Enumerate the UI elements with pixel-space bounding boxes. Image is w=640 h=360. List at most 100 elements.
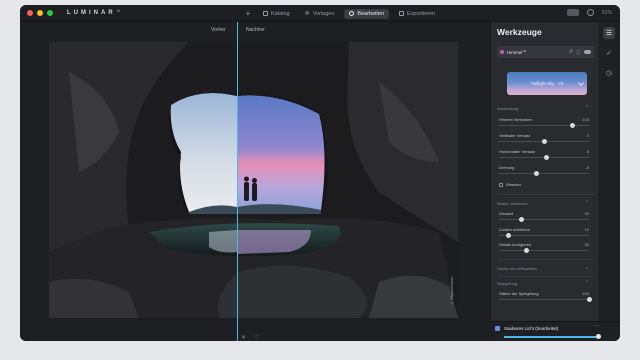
more-icon[interactable]: ··· [594, 323, 600, 329]
slider-vertikaler-versatz[interactable]: Vertikaler Versatz 0 [499, 133, 589, 145]
tool-name: Himmel [507, 49, 523, 55]
app-logo-text: LUMINAR [67, 10, 116, 16]
slider-track[interactable] [499, 172, 589, 174]
slider-value: 105 [582, 117, 589, 122]
minimize-window-button[interactable] [37, 10, 43, 16]
export-icon [399, 11, 405, 16]
right-rail: ☰ ✓ ◷ [598, 22, 620, 341]
tab-label: Bearbeiten [357, 10, 385, 17]
photo-preview[interactable]: © Skylum/Lizenz [49, 42, 458, 318]
preset-name: Sauberes Licht (bearbeitet) [504, 326, 559, 331]
slider-track[interactable] [499, 124, 589, 126]
slider-value: 10 [584, 227, 589, 232]
slider-label: Gesamt [499, 211, 514, 216]
app-window: LUMINAR AI + Katalog ✲ Vorlagen Bearbeit… [20, 5, 620, 341]
slider-knob[interactable] [544, 154, 550, 160]
templates-icon: ✲ [304, 11, 310, 17]
slider-track[interactable] [499, 234, 589, 236]
sky-tool-icon [500, 50, 504, 54]
undo-icon[interactable]: ↺ [569, 49, 573, 56]
slider-knob[interactable] [570, 122, 576, 128]
catalog-icon [263, 11, 268, 16]
slider-value: 6 [586, 149, 589, 154]
titlebar: LUMINAR AI + Katalog ✲ Vorlagen Bearbeit… [20, 5, 620, 22]
chevron-down-icon: ⌄ [585, 265, 590, 271]
slider-value: 30 [584, 242, 589, 247]
app-version: AI [116, 8, 120, 13]
compare-toggle-button[interactable] [566, 9, 579, 16]
slider-track[interactable] [499, 218, 589, 220]
tool-badge: AI [523, 48, 527, 53]
preset-amount-track[interactable] [504, 336, 598, 338]
slider-luecken-schliessen[interactable]: Lücken schließen 10 [499, 227, 589, 239]
add-photos-button[interactable]: + [243, 9, 253, 18]
checkbox-label: Wenden [506, 182, 521, 187]
tab-label: Katalog [271, 10, 290, 17]
canvas-bottom-icons: ✕ ♡ [241, 334, 259, 341]
preset-bar[interactable]: Sauberes Licht (bearbeitet) ··· [490, 321, 620, 341]
sky-selection-dropdown[interactable]: Twilight Sky - 24 [507, 72, 587, 95]
tab-label: Exportieren [407, 10, 436, 17]
section-label: Spiegelung [497, 281, 518, 286]
section-ausrichtung[interactable]: Ausrichtung ⌃ [497, 105, 589, 111]
section-szene[interactable]: Szene neu beleuchten ⌄ [497, 265, 589, 271]
slider-knob[interactable] [586, 296, 592, 302]
slider-gesamt[interactable]: Gesamt 25 [499, 211, 589, 223]
slider-value: 100 [582, 291, 589, 296]
slider-knob[interactable] [541, 138, 547, 144]
section-spiegelung[interactable]: Spiegelung ⌃ [497, 280, 589, 286]
preset-amount-knob[interactable] [596, 334, 601, 339]
tab-bearbeiten[interactable]: Bearbeiten [344, 8, 390, 19]
divider [497, 276, 594, 277]
slider-value: -5 [585, 165, 589, 170]
photo-credit: © Skylum/Lizenz [450, 277, 454, 305]
slider-details-korrigieren[interactable]: Details korrigieren 30 [499, 242, 589, 254]
zoom-level[interactable]: 61% [602, 10, 612, 16]
checkbox-box[interactable] [499, 182, 503, 187]
tab-exportieren[interactable]: Exportieren [394, 9, 440, 19]
slider-knob[interactable] [505, 232, 511, 238]
sky-selection-label: Twilight Sky - 24 [530, 81, 564, 86]
chevron-up-icon: ⌃ [585, 200, 590, 206]
tool-header-himmel[interactable]: Himmel AI ↺ ⓘ [497, 46, 594, 58]
slider-label: Himmel Verbinden [499, 117, 532, 122]
history-icon[interactable]: ◷ [603, 67, 615, 79]
info-icon[interactable] [586, 9, 594, 16]
after-label: Nachher [246, 27, 265, 33]
flip-checkbox[interactable]: Wenden [499, 182, 521, 187]
divider [497, 194, 594, 195]
sliders-icon[interactable]: ☰ [603, 27, 615, 39]
close-icon[interactable]: ✕ [241, 334, 246, 341]
close-window-button[interactable] [27, 10, 33, 16]
slider-label: Details korrigieren [499, 242, 532, 247]
toolbar-right: 61% [566, 9, 612, 16]
section-maske[interactable]: Maske verfeinern ⌃ [497, 200, 589, 206]
tools-panel: Werkzeuge Himmel AI ↺ ⓘ Twilight Sky - 2… [490, 22, 598, 341]
tab-vorlagen[interactable]: ✲ Vorlagen [300, 8, 340, 19]
slider-himmel-verbinden[interactable]: Himmel Verbinden 105 [499, 117, 589, 129]
brush-icon[interactable]: ✓ [603, 47, 615, 59]
slider-label: Horizontaler Versatz [499, 149, 536, 154]
slider-horizontaler-versatz[interactable]: Horizontaler Versatz 6 [499, 149, 589, 161]
tool-enabled-toggle[interactable] [584, 49, 591, 54]
section-label: Maske verfeinern [497, 201, 528, 206]
slider-drehung[interactable]: Drehung -5 [499, 165, 589, 177]
tab-label: Vorlagen [312, 10, 335, 17]
tab-katalog[interactable]: Katalog [258, 9, 295, 19]
slider-track[interactable] [499, 298, 589, 300]
slider-track[interactable] [499, 249, 589, 251]
slider-knob[interactable] [523, 247, 529, 253]
slider-knob[interactable] [519, 216, 524, 222]
slider-staerke-spiegelung[interactable]: Stärke der Spiegelung 100 [499, 291, 592, 303]
slider-knob[interactable] [534, 170, 540, 176]
maximize-window-button[interactable] [47, 10, 53, 16]
slider-label: Drehung [499, 165, 515, 170]
edit-icon [349, 11, 355, 16]
slider-value: 25 [584, 211, 589, 216]
divider [497, 259, 594, 260]
before-label: Vorher [211, 27, 226, 33]
heart-icon[interactable]: ♡ [254, 334, 259, 341]
compare-split-handle[interactable] [237, 22, 238, 341]
info-icon[interactable]: ⓘ [576, 49, 581, 56]
section-label: Szene neu beleuchten [497, 266, 537, 271]
